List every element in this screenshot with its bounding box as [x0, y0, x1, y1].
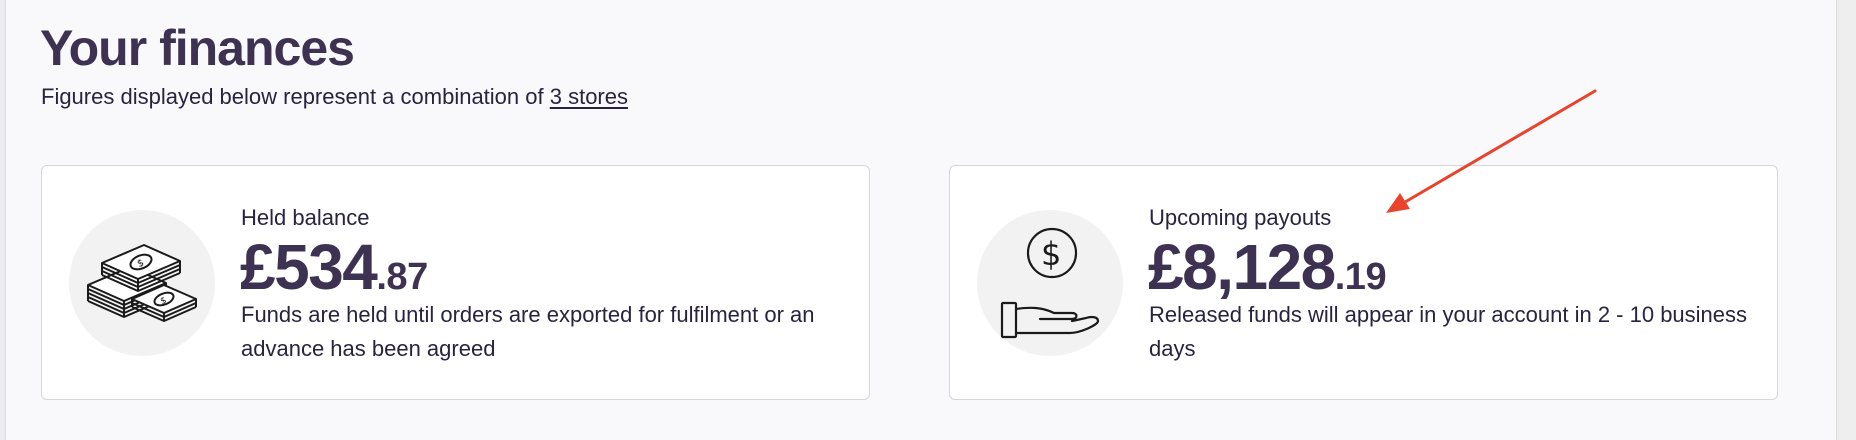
left-border [0, 0, 6, 440]
page-title: Your finances [40, 20, 355, 76]
subtitle-text: Figures displayed below represent a comb… [41, 84, 550, 109]
hand-dollar-coin-icon: $ [1000, 227, 1100, 339]
upcoming-payouts-card: $ Upcoming payouts £8,128.19 Released fu… [949, 165, 1778, 400]
upcoming-payouts-label: Upcoming payouts [1149, 205, 1332, 230]
svg-text:$: $ [1041, 235, 1061, 273]
upcoming-payouts-amount-main: £8,128 [1148, 231, 1336, 303]
held-balance-label: Held balance [241, 205, 370, 230]
held-balance-description: Funds are held until orders are exported… [241, 302, 815, 361]
upcoming-payouts-amount-pence: .19 [1334, 256, 1387, 298]
held-balance-amount-pence: .87 [376, 256, 428, 298]
stores-link[interactable]: 3 stores [550, 84, 628, 109]
held-balance-amount-main: £534 [240, 231, 378, 303]
upcoming-payouts-description: Released funds will appear in your accou… [1149, 302, 1748, 361]
scrollbar-gutter[interactable] [1836, 0, 1856, 440]
page-subtitle: Figures displayed below represent a comb… [41, 82, 628, 112]
held-balance-icon-circle: $ $ [69, 210, 215, 356]
cash-stack-icon: $ $ [87, 244, 197, 322]
held-balance-card: $ $ Held balance £534.87 Funds are held … [41, 165, 870, 400]
upcoming-payouts-icon-circle: $ [977, 210, 1123, 356]
